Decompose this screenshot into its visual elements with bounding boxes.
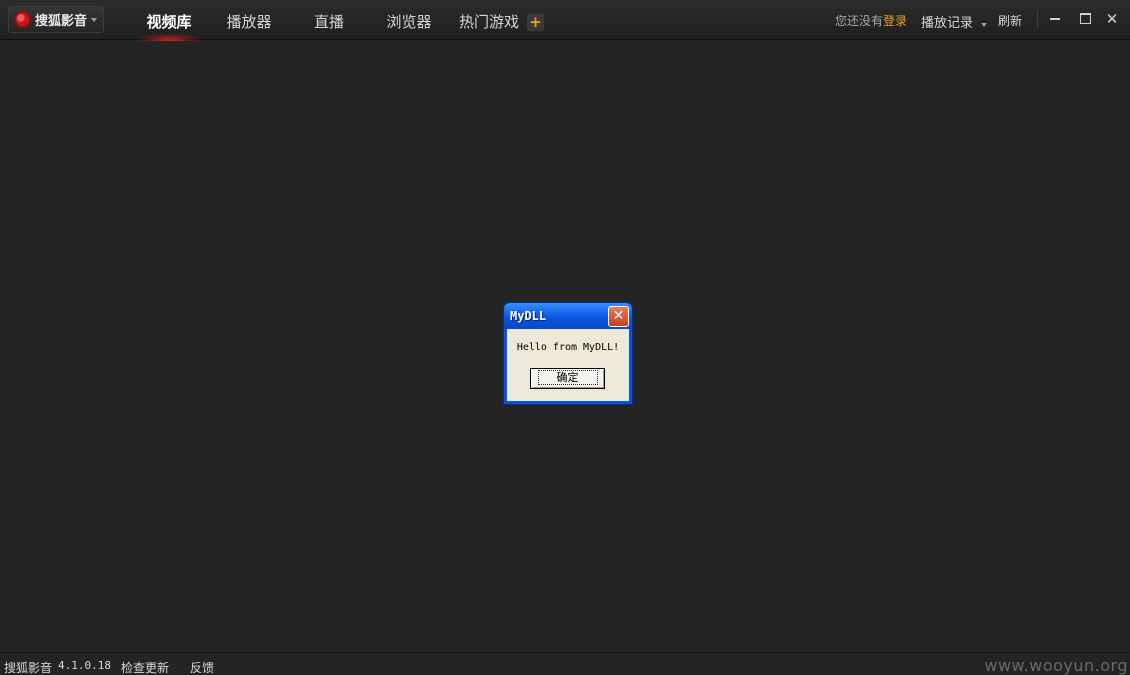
tab-live[interactable]: 直播: [313, 0, 345, 40]
login-link[interactable]: 登录: [883, 14, 907, 28]
dialog-body: Hello from MyDLL! 确定: [507, 329, 629, 401]
tab-label: 热门游戏: [458, 13, 519, 31]
tab-label: 浏览器: [386, 13, 432, 31]
feedback-link[interactable]: 反馈: [190, 659, 214, 675]
dialog-message: Hello from MyDLL!: [516, 342, 620, 353]
close-icon[interactable]: ✕: [1104, 10, 1120, 28]
ok-button[interactable]: 确定: [530, 368, 605, 389]
tab-label: 播放器: [226, 13, 272, 31]
brand-label: 搜狐影音: [35, 14, 88, 29]
chevron-down-icon: [981, 23, 988, 27]
watermark: www.wooyun.org: [984, 656, 1128, 675]
chevron-down-icon: [91, 17, 98, 22]
tab-hot-games[interactable]: 热门游戏: [458, 0, 520, 40]
login-area: 您还没有登录: [835, 12, 907, 29]
tab-player[interactable]: 播放器: [226, 0, 272, 40]
refresh-button[interactable]: 刷新: [998, 12, 1022, 29]
ok-button-label: 确定: [537, 370, 598, 385]
app-window: 搜狐影音 视频库 播放器 直播 浏览器 热门游戏 + 您还没有登录 播放记录 刷…: [0, 0, 1130, 675]
tab-label: 直播: [313, 13, 344, 31]
tab-label: 视频库: [146, 13, 192, 31]
check-update-link[interactable]: 检查更新: [121, 659, 169, 675]
dialog-close-icon[interactable]: ✕: [608, 306, 629, 327]
tab-browser[interactable]: 浏览器: [386, 0, 432, 40]
message-box-dialog: MyDLL ✕ Hello from MyDLL! 确定: [504, 303, 632, 404]
play-history-button[interactable]: 播放记录: [921, 12, 988, 31]
login-prompt: 您还没有: [835, 14, 884, 28]
status-app-name: 搜狐影音: [4, 661, 53, 675]
history-label: 播放记录: [921, 16, 974, 31]
status-version: 4.1.0.18: [58, 659, 111, 672]
dialog-titlebar[interactable]: MyDLL ✕: [504, 303, 632, 329]
maximize-icon[interactable]: [1077, 10, 1093, 28]
brand-menu-button[interactable]: 搜狐影音: [8, 6, 104, 33]
minimize-icon[interactable]: [1047, 10, 1063, 28]
top-bar: 搜狐影音 视频库 播放器 直播 浏览器 热门游戏 + 您还没有登录 播放记录 刷…: [0, 0, 1130, 41]
add-tab-button[interactable]: +: [527, 14, 544, 31]
divider: [1037, 10, 1038, 28]
tab-video-library[interactable]: 视频库: [136, 0, 202, 41]
dialog-title: MyDLL: [510, 309, 547, 323]
sohu-logo-icon: [14, 11, 31, 28]
active-tab-indicator: [136, 33, 202, 41]
status-bar: 搜狐影音 4.1.0.18 检查更新 反馈 www.wooyun.org: [0, 652, 1130, 675]
